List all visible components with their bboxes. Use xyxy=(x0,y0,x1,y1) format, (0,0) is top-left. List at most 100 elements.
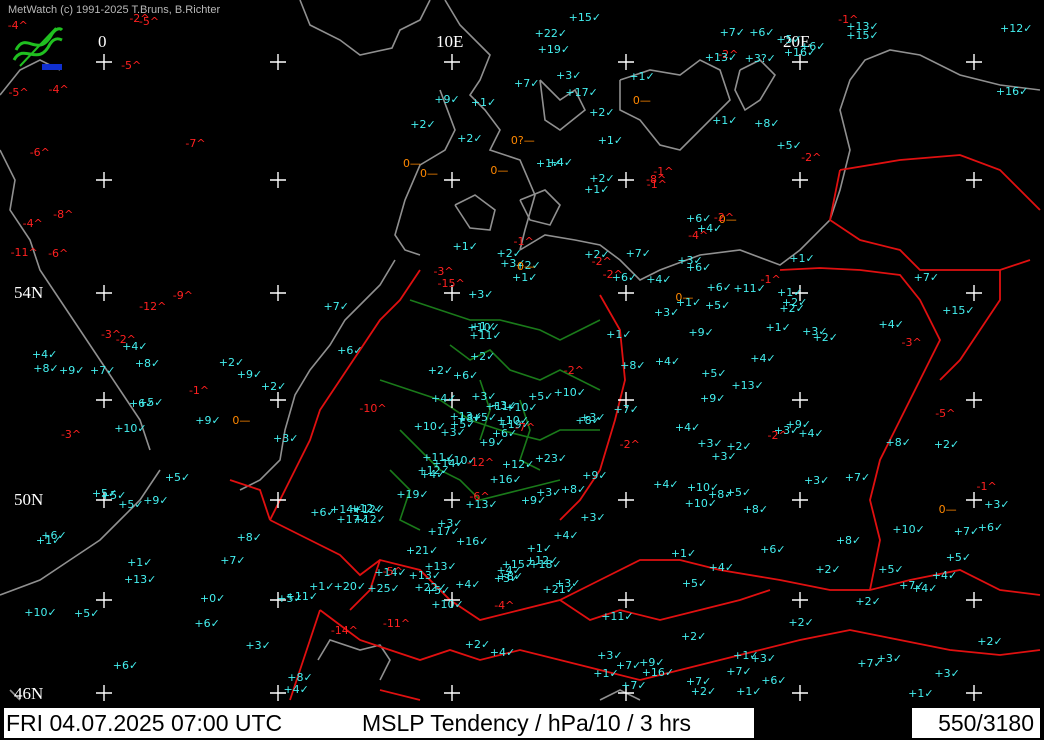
station-value: +2✓ xyxy=(933,437,960,451)
station-value: -14^ xyxy=(330,624,358,638)
station-value: +12✓ xyxy=(1000,22,1033,36)
grid-cross xyxy=(270,492,286,508)
grid-cross xyxy=(444,54,460,70)
station-value: +4✓ xyxy=(31,347,58,361)
grid-cross xyxy=(444,685,460,701)
station-value: +7✓ xyxy=(844,470,871,484)
station-value: +2✓ xyxy=(855,595,881,609)
station-value: +1✓ xyxy=(470,96,497,110)
grid-cross xyxy=(792,492,808,508)
station-value: +5✓ xyxy=(471,410,498,424)
station-value: +10✓ xyxy=(431,598,464,612)
station-value: +1✓ xyxy=(512,270,538,284)
station-value: +22✓ xyxy=(534,26,568,40)
station-value: 0— xyxy=(632,93,651,107)
station-value: +4✓ xyxy=(654,354,681,368)
station-value: +7✓ xyxy=(220,554,246,568)
station-value: +5✓ xyxy=(701,366,727,380)
station-value: +8✓ xyxy=(620,358,646,372)
station-value: +15✓ xyxy=(846,29,879,43)
station-value: +5✓ xyxy=(74,606,100,620)
station-value: -4^ xyxy=(48,82,69,96)
station-value: +2✓ xyxy=(690,684,717,698)
station-value: +9✓ xyxy=(195,414,221,428)
station-value: +3✓ xyxy=(984,497,1010,511)
station-value: +6✓ xyxy=(749,25,775,39)
valid-datetime: FRI 04.07.2025 07:00 UTC xyxy=(6,710,283,736)
station-value: +4✓ xyxy=(455,577,481,591)
station-value: +6✓ xyxy=(112,658,139,672)
station-value: +1✓ xyxy=(908,686,934,700)
station-value: -1^ xyxy=(646,178,667,192)
grid-cross xyxy=(966,592,982,608)
grid-cross xyxy=(270,285,286,301)
grid-cross xyxy=(618,492,634,508)
station-value: +3✓ xyxy=(597,649,623,663)
station-value: +2✓ xyxy=(779,301,805,315)
station-value: +9✓ xyxy=(785,418,812,432)
station-value: +13✓ xyxy=(731,378,764,392)
station-value: +5✓ xyxy=(164,470,191,484)
station-value: +17✓ xyxy=(565,85,598,99)
metwatch-logo-icon xyxy=(12,27,64,70)
station-value: +6✓ xyxy=(194,616,220,630)
station-value: -1^ xyxy=(188,384,210,398)
station-value: -6^ xyxy=(469,490,490,504)
station-value: +3?✓ xyxy=(744,51,776,65)
station-value: 0— xyxy=(490,163,509,177)
grid-cross xyxy=(618,592,634,608)
station-value: +1✓ xyxy=(789,252,815,266)
grid-cross xyxy=(96,54,112,70)
station-value: +2✓ xyxy=(260,380,287,394)
grid-cross xyxy=(618,54,634,70)
station-value: +1✓ xyxy=(629,69,655,83)
station-value: +8✓ xyxy=(742,502,769,516)
station-value: +21✓ xyxy=(542,582,575,596)
station-value: +12✓ xyxy=(417,464,450,478)
grid-label: 54N xyxy=(14,283,44,302)
station-value: 0— xyxy=(232,414,251,428)
station-value: +16✓ xyxy=(995,84,1029,98)
station-value: +3✓ xyxy=(750,651,777,665)
station-value: +8✓ xyxy=(885,436,911,450)
station-value: +9✓ xyxy=(582,468,608,482)
station-value: +3✓ xyxy=(934,666,960,680)
station-value: +5✓ xyxy=(776,139,802,153)
station-value: -5^ xyxy=(8,85,29,99)
station-value: +4✓ xyxy=(708,561,735,575)
station-value: +15✓ xyxy=(942,304,975,318)
station-value: +2✓ xyxy=(815,563,841,577)
station-value: +4✓ xyxy=(912,581,938,595)
station-value: +2✓ xyxy=(812,331,839,345)
station-value: +2✓ xyxy=(469,349,496,363)
station-value: +4✓ xyxy=(653,478,679,492)
station-value: +10✓ xyxy=(114,421,147,435)
station-value: +2✓ xyxy=(457,131,483,145)
grid-cross xyxy=(270,392,286,408)
station-value: -5^ xyxy=(382,565,403,579)
station-value: +1✓ xyxy=(127,555,153,569)
station-value: +17✓ xyxy=(427,525,460,539)
station-value: +10✓ xyxy=(553,386,586,400)
station-value: +7✓ xyxy=(953,525,980,539)
copyright-text: MetWatch (c) 1991-2025 T.Bruns, B.Richte… xyxy=(8,4,221,16)
station-value: +13✓ xyxy=(123,573,157,587)
station-value: +6✓ xyxy=(977,520,1004,534)
station-value: +18✓ xyxy=(529,557,562,571)
station-value: -7^ xyxy=(515,420,536,434)
station-value: +7✓ xyxy=(621,679,647,693)
station-value: +1✓ xyxy=(670,547,697,561)
station-value: +3✓ xyxy=(711,449,737,463)
station-value: +10✓ xyxy=(467,320,500,334)
station-value: +1✓ xyxy=(452,239,478,253)
grid-cross xyxy=(966,685,982,701)
station-value: +9✓ xyxy=(434,92,460,106)
grid-cross xyxy=(792,592,808,608)
station-value: +6✓ xyxy=(761,673,787,687)
station-value: -15^ xyxy=(437,277,465,291)
station-value: -3^ xyxy=(60,428,82,442)
station-value: +8✓ xyxy=(560,483,587,497)
station-value: -11^ xyxy=(10,245,38,259)
station-value: +1✓ xyxy=(597,133,624,147)
station-value: -2^ xyxy=(619,438,640,452)
